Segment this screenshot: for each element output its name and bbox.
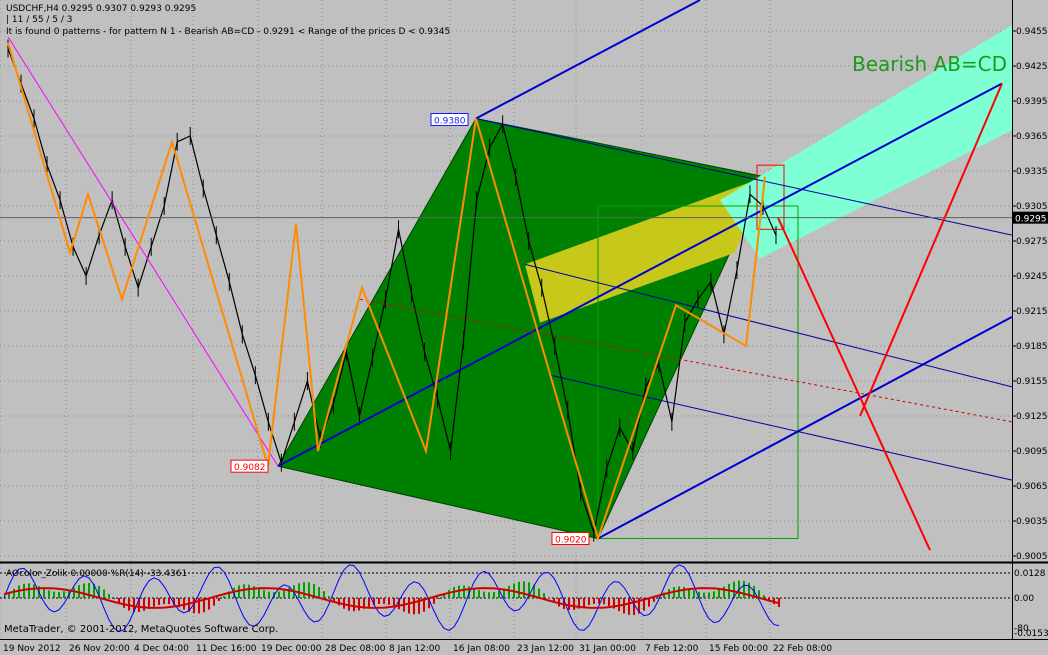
price-tick-label: 0.9425	[1016, 62, 1048, 72]
pattern-title: Bearish AB=CD	[852, 52, 1008, 76]
time-tick-label: 19 Nov 2012	[3, 644, 61, 654]
pattern-info: It is found 0 patterns - for pattern N 1…	[6, 27, 451, 37]
time-tick-label: 4 Dec 04:00	[134, 644, 189, 654]
price-tick-label: 0.9035	[1016, 517, 1048, 527]
price-tick-label: 0.9305	[1016, 202, 1048, 212]
time-tick-label: 7 Feb 12:00	[645, 644, 699, 654]
watermark: MetaTrader, © 2001-2012, MetaQuotes Soft…	[4, 624, 279, 635]
price-tick-label: 0.9155	[1016, 377, 1048, 387]
indicator-label: AOcolor_Zolik 0.00000 %R(14) -33.4361	[6, 569, 188, 579]
price-tick-label: 0.9215	[1016, 307, 1048, 317]
price-tick-label: 0.9005	[1016, 552, 1048, 562]
time-tick-label: 11 Dec 16:00	[196, 644, 257, 654]
price-chart[interactable]: 0.9455 0.9425 0.9395 0.9365 0.9335 0.9305 0.92…	[0, 0, 1048, 655]
indicator-axis-label: 0.00	[1014, 594, 1034, 604]
price-tick-label: 0.9395	[1016, 97, 1048, 107]
time-tick-label: 23 Jan 12:00	[517, 644, 574, 654]
price-tick-label: 0.9335	[1016, 167, 1048, 177]
current-price-label: 0.9295	[1015, 215, 1047, 225]
price-tick-label: 0.9065	[1016, 482, 1048, 492]
price-tick-label: 0.9365	[1016, 132, 1048, 142]
time-tick-label: 19 Dec 00:00	[261, 644, 322, 654]
time-tick-label: 26 Nov 20:00	[69, 644, 130, 654]
price-tick-label: 0.9185	[1016, 342, 1048, 352]
price-tick-label: 0.9275	[1016, 237, 1048, 247]
point-label: 0.9082	[234, 463, 266, 473]
time-tick-label: 22 Feb 08:00	[773, 644, 832, 654]
price-tick-label: 0.9125	[1016, 412, 1048, 422]
point-label: 0.9020	[555, 536, 587, 546]
point-label: 0.9380	[434, 117, 466, 127]
time-tick-label: 15 Feb 00:00	[709, 644, 768, 654]
time-tick-label: 8 Jan 12:00	[389, 644, 441, 654]
indicator-axis-label: 0.0128	[1014, 569, 1046, 579]
time-tick-label: 31 Jan 00:00	[579, 644, 636, 654]
time-tick-label: 28 Dec 08:00	[325, 644, 386, 654]
price-tick-label: 0.9455	[1016, 27, 1048, 37]
symbol-header: USDCHF,H4 0.9295 0.9307 0.9293 0.9295	[6, 4, 197, 14]
price-tick-label: 0.9245	[1016, 272, 1048, 282]
params-header: | 11 / 55 / 5 / 3	[6, 15, 73, 25]
indicator-axis-label: -80	[1014, 624, 1029, 634]
chart-window[interactable]: 0.9455 0.9425 0.9395 0.9365 0.9335 0.9305 0.92…	[0, 0, 1048, 655]
price-tick-label: 0.9095	[1016, 447, 1048, 457]
time-tick-label: 16 Jan 08:00	[453, 644, 510, 654]
